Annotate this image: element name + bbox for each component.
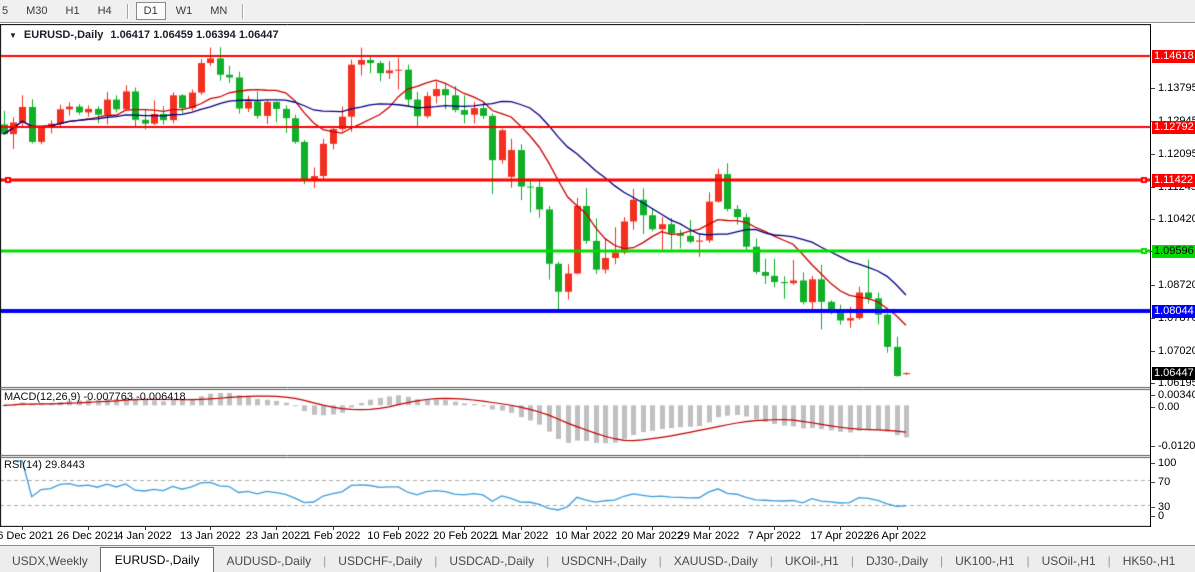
date-label: 26 Dec 2021 xyxy=(57,530,119,542)
rsi-tick-label: 70 xyxy=(1158,476,1170,488)
date-label: 23 Jan 2022 xyxy=(246,530,307,542)
tab-usdx-weekly[interactable]: USDX,Weekly xyxy=(0,550,100,572)
macd-tick-label: -0.012058 xyxy=(1158,440,1195,452)
price-badge-1.06447: 1.06447 xyxy=(1152,367,1195,380)
date-label: 1 Mar 2022 xyxy=(493,530,549,542)
toolbar-separator xyxy=(242,4,244,19)
chart-symbol-label: EURUSD-,Daily xyxy=(24,29,103,41)
tab-usdchf-daily[interactable]: USDCHF-,Daily xyxy=(326,550,434,572)
timeframe-button-w1[interactable]: W1 xyxy=(168,2,201,20)
rsi-indicator-label: RSI(14) 29.8443 xyxy=(4,459,85,471)
tab-dj30-daily[interactable]: DJ30-,Daily xyxy=(854,550,940,572)
time-axis[interactable]: 16 Dec 2021 26 Dec 20214 Jan 2022 13 Jan 2… xyxy=(0,527,1150,546)
rsi-tick-label: 0 xyxy=(1158,510,1164,522)
timeframe-button-mn[interactable]: MN xyxy=(202,2,235,20)
price-tick-label: 1.07020 xyxy=(1158,345,1195,357)
price-axis[interactable]: 1.137951.129451.120951.112451.104201.095… xyxy=(1150,24,1195,527)
tab-usoil-h1[interactable]: USOil-,H1 xyxy=(1030,550,1108,572)
tab-usdcad-daily[interactable]: USDCAD-,Daily xyxy=(437,550,546,572)
chart-ohlc-values: 1.06417 1.06459 1.06394 1.06447 xyxy=(110,29,278,41)
price-badge-1.09596: 1.09596 xyxy=(1152,245,1195,258)
rsi-tick-label: 100 xyxy=(1158,457,1176,469)
date-label: 4 Jan 2022 xyxy=(117,530,171,542)
tab-xauusd-daily[interactable]: XAUUSD-,Daily xyxy=(662,550,770,572)
trading-app-window: 5M30H1H4 D1W1MN ▼ EURUSD-,Daily 1.06417 1… xyxy=(0,0,1195,572)
price-badge-1.11422: 1.11422 xyxy=(1152,174,1195,187)
tab-eurusd-daily[interactable]: EURUSD-,Daily xyxy=(100,547,215,572)
chart-menu-icon[interactable]: ▼ xyxy=(9,31,17,40)
timeframe-button-5[interactable]: 5 xyxy=(0,2,16,20)
timeframe-button-h1[interactable]: H1 xyxy=(58,2,88,20)
price-tick-label: 1.10420 xyxy=(1158,213,1195,225)
price-badge-1.08044: 1.08044 xyxy=(1152,305,1195,318)
price-tick-label: 1.13795 xyxy=(1158,82,1195,94)
timeframe-toolbar: 5M30H1H4 D1W1MN xyxy=(0,0,1195,23)
date-label: 17 Apr 2022 xyxy=(810,530,869,542)
date-label: 16 Dec 2021 xyxy=(0,530,53,542)
macd-tick-label: 0.00 xyxy=(1158,401,1179,413)
macd-tick-label: 0.003408 xyxy=(1158,389,1195,401)
price-badge-1.12792: 1.12792 xyxy=(1152,121,1195,134)
tab-hk50-h1[interactable]: HK50-,H1 xyxy=(1111,550,1188,572)
macd-indicator-label: MACD(12,26,9) -0.007763 -0.006418 xyxy=(4,391,186,403)
date-label: 20 Mar 2022 xyxy=(621,530,683,542)
chart-tab-bar: USDX,WeeklyEURUSD-,DailyAUDUSD-,Daily|US… xyxy=(0,545,1195,572)
tab-ukoil-h1[interactable]: UKOil-,H1 xyxy=(773,550,851,572)
date-label: 1 Feb 2022 xyxy=(305,530,361,542)
chart-title: ▼ EURUSD-,Daily 1.06417 1.06459 1.06394 … xyxy=(9,29,279,41)
price-tick-label: 1.12095 xyxy=(1158,148,1195,160)
date-label: 10 Feb 2022 xyxy=(367,530,429,542)
price-chart-canvas[interactable] xyxy=(0,24,1150,527)
price-badge-1.14618: 1.14618 xyxy=(1152,50,1195,63)
tab-audusd-daily[interactable]: AUDUSD-,Daily xyxy=(214,550,323,572)
tab-uk100-h1[interactable]: UK100-,H1 xyxy=(943,550,1026,572)
date-label: 10 Mar 2022 xyxy=(555,530,617,542)
toolbar-separator xyxy=(127,4,129,19)
timeframe-button-m30[interactable]: M30 xyxy=(18,2,55,20)
date-label: 20 Feb 2022 xyxy=(433,530,495,542)
date-label: 29 Mar 2022 xyxy=(678,530,740,542)
price-tick-label: 1.08720 xyxy=(1158,279,1195,291)
timeframe-button-h4[interactable]: H4 xyxy=(90,2,120,20)
timeframe-button-d1[interactable]: D1 xyxy=(136,2,166,20)
date-label: 7 Apr 2022 xyxy=(748,530,801,542)
tab-usdcnh-daily[interactable]: USDCNH-,Daily xyxy=(549,550,658,572)
date-label: 26 Apr 2022 xyxy=(867,530,926,542)
chart-window: ▼ EURUSD-,Daily 1.06417 1.06459 1.06394 … xyxy=(0,23,1195,545)
date-label: 13 Jan 2022 xyxy=(180,530,241,542)
